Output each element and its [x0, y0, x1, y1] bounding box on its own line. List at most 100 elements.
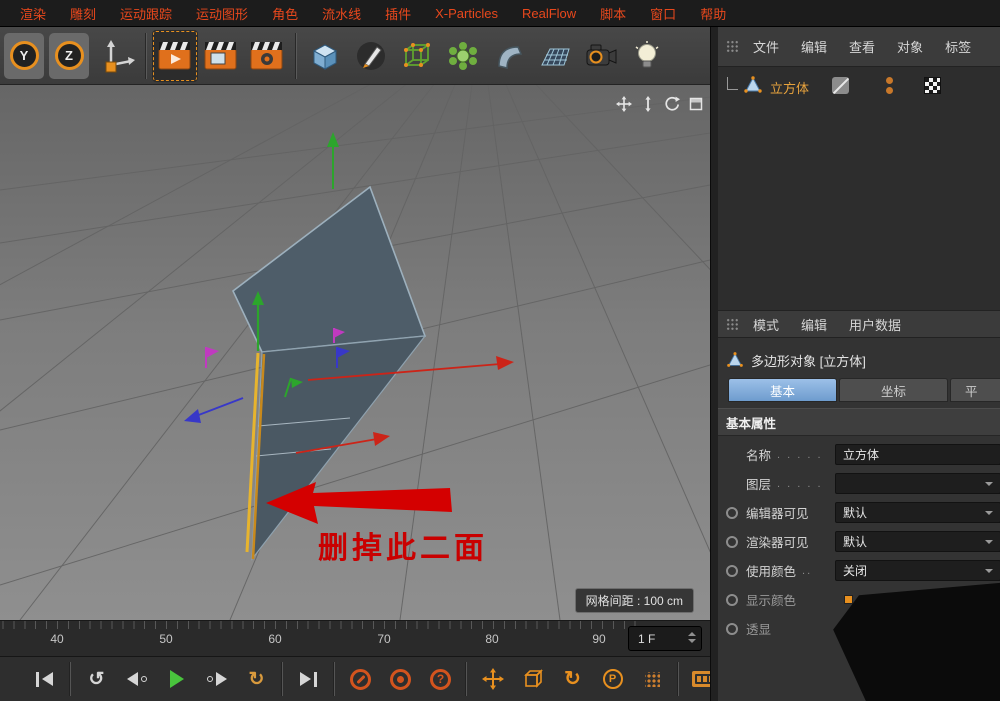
cinema4d-window: 渲染 雕刻 运动跟踪 运动图形 角色 流水线 插件 X-Particles Re…	[0, 0, 1000, 701]
menu-character[interactable]: 角色	[260, 4, 310, 23]
key-scale-button[interactable]	[514, 661, 551, 697]
pen-spline-button[interactable]	[348, 30, 394, 82]
zoom-icon[interactable]	[638, 94, 658, 114]
tab-coordinates[interactable]: 坐标	[839, 378, 948, 402]
tab-phong[interactable]: 平	[950, 378, 1000, 402]
transport-divider	[66, 662, 75, 696]
object-manager-menu: 文件 编辑 查看 对象 标签	[718, 27, 1000, 67]
previous-key-button[interactable]	[118, 661, 155, 697]
axis-lock-y-button[interactable]: Y	[4, 33, 44, 79]
menu-plugins[interactable]: 插件	[373, 4, 423, 23]
play-backwards-button[interactable]: ↺	[78, 661, 115, 697]
menu-xparticles[interactable]: X-Particles	[423, 6, 510, 21]
keyframe-help-button[interactable]: ?	[422, 661, 459, 697]
render-settings-button[interactable]	[244, 30, 290, 82]
next-key-button[interactable]	[198, 661, 235, 697]
am-menu-mode[interactable]: 模式	[742, 315, 790, 334]
record-keyframe-button[interactable]	[342, 661, 379, 697]
pan-icon[interactable]	[614, 94, 634, 114]
annotation-text: 删掉此二面	[318, 523, 488, 567]
grip-icon[interactable]	[726, 40, 739, 53]
menu-mograph[interactable]: 运动图形	[184, 4, 260, 23]
object-row-cube[interactable]: 立方体	[718, 75, 1000, 97]
menu-motion-tracker[interactable]: 运动跟踪	[108, 4, 184, 23]
move-axis-icon	[98, 37, 136, 75]
animation-toggle-icon[interactable]	[726, 623, 738, 635]
pen-icon	[354, 39, 388, 73]
move-axis-tool-button[interactable]	[94, 30, 140, 82]
key-pla-button[interactable]	[634, 661, 671, 697]
play-button[interactable]	[158, 661, 195, 697]
menu-sculpt[interactable]: 雕刻	[58, 4, 108, 23]
subdivision-surface-button[interactable]	[394, 30, 440, 82]
grip-icon[interactable]	[726, 318, 739, 331]
ruler-label: 90	[592, 632, 605, 646]
attr-row-layer: 图层 . . . . .	[718, 469, 1000, 498]
parameter-p-icon: P	[603, 669, 623, 689]
animation-toggle-icon[interactable]	[726, 594, 738, 606]
loop-playback-button[interactable]: ↻	[238, 661, 275, 697]
menu-script[interactable]: 脚本	[588, 4, 638, 23]
om-menu-objects[interactable]: 对象	[886, 37, 934, 56]
am-menu-edit[interactable]: 编辑	[790, 315, 838, 334]
go-to-end-button[interactable]	[290, 661, 327, 697]
cube-icon	[308, 39, 342, 73]
animation-toggle-icon[interactable]	[726, 565, 738, 577]
camera-button[interactable]	[578, 30, 624, 82]
om-menu-tags[interactable]: 标签	[934, 37, 982, 56]
name-input[interactable]: 立方体	[835, 444, 1000, 465]
menu-pipeline[interactable]: 流水线	[310, 4, 373, 23]
axis-lock-z-button[interactable]: Z	[49, 33, 89, 79]
frame-spinner[interactable]	[688, 632, 696, 643]
am-menu-userdata[interactable]: 用户数据	[838, 315, 912, 334]
render-view-button[interactable]	[152, 30, 198, 82]
floor-grid-button[interactable]	[532, 30, 578, 82]
dots-grid-icon	[645, 672, 660, 687]
deformer-button[interactable]	[486, 30, 532, 82]
menu-render[interactable]: 渲染	[8, 4, 58, 23]
object-name[interactable]: 立方体	[770, 78, 809, 97]
autokeying-button[interactable]	[382, 661, 419, 697]
visibility-dots-icon[interactable]	[886, 76, 894, 96]
polygon-object-icon	[726, 351, 744, 369]
om-menu-file[interactable]: 文件	[742, 37, 790, 56]
menu-window[interactable]: 窗口	[638, 4, 688, 23]
animation-toggle-icon[interactable]	[726, 507, 738, 519]
timeline-ruler[interactable]: 40 50 60 70 80 90 1 F	[0, 620, 710, 656]
panel-splitter[interactable]	[710, 27, 718, 701]
om-menu-edit[interactable]: 编辑	[790, 37, 838, 56]
mograph-array-button[interactable]	[440, 30, 486, 82]
cube-primitive-button[interactable]	[302, 30, 348, 82]
rotate-icon[interactable]	[662, 94, 682, 114]
menu-help[interactable]: 帮助	[688, 4, 738, 23]
attr-row-use-color: 使用颜色 .. 关闭	[718, 556, 1000, 585]
current-frame-field[interactable]: 1 F	[628, 626, 702, 651]
deformer-icon	[492, 39, 526, 73]
key-parameter-button[interactable]: P	[594, 661, 631, 697]
key-position-button[interactable]	[474, 661, 511, 697]
ruler-label: 50	[159, 632, 172, 646]
menubar: 渲染 雕刻 运动跟踪 运动图形 角色 流水线 插件 X-Particles Re…	[0, 0, 1000, 27]
ruler-label: 40	[50, 632, 63, 646]
edit-state-icon[interactable]	[832, 77, 849, 94]
go-to-start-button[interactable]	[26, 661, 63, 697]
editor-visibility-dropdown[interactable]: 默认	[835, 502, 1000, 523]
om-menu-view[interactable]: 查看	[838, 37, 886, 56]
menu-realflow[interactable]: RealFlow	[510, 6, 588, 21]
ruler-label: 80	[485, 632, 498, 646]
object-manager-list: 立方体	[718, 67, 1000, 310]
light-button[interactable]	[624, 30, 670, 82]
transport-divider	[278, 662, 287, 696]
uvw-tag-icon[interactable]	[924, 77, 941, 94]
render-picture-viewer-button[interactable]	[198, 30, 244, 82]
tab-basic[interactable]: 基本	[728, 378, 837, 402]
color-swatch[interactable]	[844, 595, 853, 604]
layer-field[interactable]	[835, 473, 1000, 494]
render-visibility-dropdown[interactable]: 默认	[835, 531, 1000, 552]
key-rotation-button[interactable]: ↻	[554, 661, 591, 697]
render-settings-icon	[248, 39, 286, 73]
viewport-3d[interactable]: 删掉此二面 网格间距 : 100 cm	[0, 85, 710, 620]
animation-toggle-icon[interactable]	[726, 536, 738, 548]
maximize-icon[interactable]	[686, 94, 706, 114]
use-color-dropdown[interactable]: 关闭	[835, 560, 1000, 581]
